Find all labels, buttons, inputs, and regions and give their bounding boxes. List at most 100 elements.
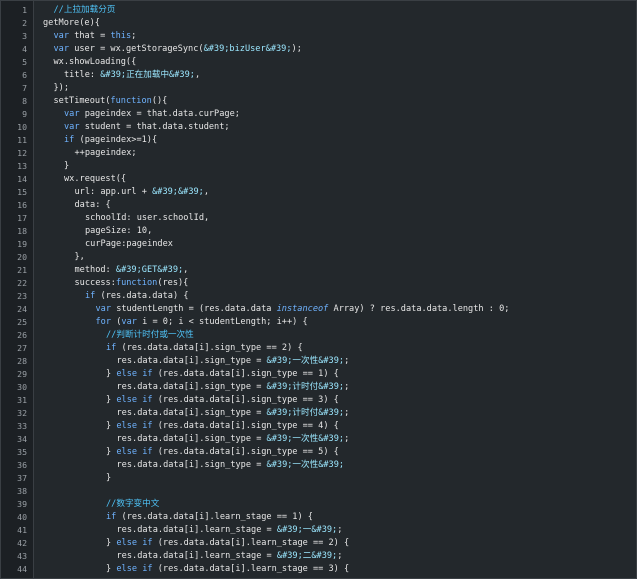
code-token: ; bbox=[131, 31, 137, 41]
code-token: student = that.data.student; bbox=[79, 122, 230, 132]
code-line: 25 for (var i = 0; i < studentLength; i++… bbox=[1, 316, 636, 329]
code-comment: //数字变中文 bbox=[106, 499, 160, 509]
code-token: } bbox=[106, 564, 117, 574]
code-text: curPage:pageindex bbox=[43, 238, 173, 251]
code-text: //数字变中文 bbox=[43, 498, 159, 511]
code-string: &#39;GET&#39; bbox=[115, 265, 184, 275]
code-token: (pageindex>=1){ bbox=[74, 135, 158, 145]
code-token: res.data.data[i].sign_type = bbox=[116, 382, 267, 392]
code-token: (res.data.data[i].learn_stage == 1) { bbox=[116, 512, 313, 522]
code-line: 40 if (res.data.data[i].learn_stage == 1)… bbox=[1, 511, 636, 524]
code-token: ; bbox=[344, 408, 350, 418]
code-line: 32 res.data.data[i].sign_type = &#39;计时付&… bbox=[1, 407, 636, 420]
line-number: 1 bbox=[22, 5, 27, 15]
code-line: 20}, bbox=[1, 251, 636, 264]
code-line: 3 var that = this; bbox=[1, 30, 636, 43]
code-token: , bbox=[194, 70, 201, 80]
code-line: 8 setTimeout(function(){ bbox=[1, 95, 636, 108]
code-token: setTimeout( bbox=[53, 96, 111, 106]
line-number: 44 bbox=[17, 564, 27, 574]
line-number: 14 bbox=[17, 174, 27, 184]
line-number: 28 bbox=[17, 356, 27, 366]
line-number: 26 bbox=[17, 330, 27, 340]
code-token: (res.data.data[i].sign_type == 3) { bbox=[152, 395, 339, 405]
code-token: res.data.data[i].sign_type = bbox=[116, 434, 267, 444]
code-string: &#39;二&#39; bbox=[276, 551, 338, 561]
code-line: 39 //数字变中文 bbox=[1, 498, 636, 511]
line-number: 33 bbox=[17, 421, 27, 431]
code-line: 26 //判断计时付或一次性 bbox=[1, 329, 636, 342]
code-text: schoolId: user.schoolId, bbox=[43, 212, 209, 225]
line-number: 10 bbox=[17, 122, 27, 132]
code-line: 9 var pageindex = that.data.curPage; bbox=[1, 108, 636, 121]
code-line: 44 } else if (res.data.data[i].learn_stag… bbox=[1, 563, 636, 576]
code-token: ; bbox=[344, 382, 350, 392]
code-text: } else if (res.data.data[i].learn_stage … bbox=[43, 563, 349, 576]
code-text: wx.showLoading({ bbox=[43, 56, 137, 69]
line-number: 11 bbox=[17, 135, 27, 145]
code-token: pageindex = that.data.curPage; bbox=[79, 109, 240, 119]
code-string: &#39;一次性&#39; bbox=[266, 460, 345, 470]
code-text: } else if (res.data.data[i].sign_type ==… bbox=[43, 420, 339, 433]
code-token: (res.data.data[i].sign_type == 4) { bbox=[152, 421, 339, 431]
code-token: studentLength = (res.data.data bbox=[111, 304, 277, 314]
code-line: 34 res.data.data[i].sign_type = &#39;一次性&… bbox=[1, 433, 636, 446]
code-line: 36 res.data.data[i].sign_type = &#39;一次性&… bbox=[1, 459, 636, 472]
code-string: &#39;bizUser&#39; bbox=[203, 44, 292, 54]
code-text: }, bbox=[43, 251, 85, 264]
code-text: res.data.data[i].sign_type = &#39;一次性&#3… bbox=[43, 459, 345, 472]
code-token: , bbox=[183, 265, 189, 275]
code-line: 37} bbox=[1, 472, 636, 485]
code-line: 23 if (res.data.data) { bbox=[1, 290, 636, 303]
code-line: 4 var user = wx.getStorageSync(&#39;bizUs… bbox=[1, 43, 636, 56]
line-number: 2 bbox=[22, 18, 27, 28]
code-editor[interactable]: 1 //上拉加载分页 2 getMore(e){3 var that = this; 4 v… bbox=[0, 0, 637, 579]
code-text: } else if (res.data.data[i].sign_type ==… bbox=[43, 394, 339, 407]
code-token: ; bbox=[344, 434, 350, 444]
code-token: }); bbox=[53, 83, 70, 93]
line-number: 29 bbox=[17, 369, 27, 379]
code-lines: 1 //上拉加载分页 2 getMore(e){3 var that = this; 4 v… bbox=[1, 4, 636, 576]
code-token: wx.request({ bbox=[64, 174, 127, 184]
code-token: that = bbox=[69, 31, 111, 41]
code-token: wx.showLoading({ bbox=[53, 57, 137, 67]
code-text: res.data.data[i].sign_type = &#39;一次性&#3… bbox=[43, 433, 350, 446]
code-keyword: else if bbox=[116, 421, 153, 431]
code-line: 27 if (res.data.data[i].sign_type == 2) { bbox=[1, 342, 636, 355]
line-number: 4 bbox=[22, 44, 27, 54]
code-keyword: var bbox=[53, 44, 70, 54]
code-token: Array) ? res.data.data.length : 0; bbox=[328, 304, 510, 314]
code-token: (res.data.data[i].sign_type == 1) { bbox=[152, 369, 339, 379]
code-text: success:function(res){ bbox=[43, 277, 189, 290]
line-number: 6 bbox=[22, 70, 27, 80]
code-text: res.data.data[i].learn_stage = &#39;二&#3… bbox=[43, 550, 343, 563]
code-text: } else if (res.data.data[i].sign_type ==… bbox=[43, 368, 339, 381]
code-keyword: instanceof bbox=[276, 304, 329, 314]
code-token: , bbox=[203, 187, 210, 197]
code-text: ++pageindex; bbox=[43, 147, 137, 160]
code-text: } else if (res.data.data[i].learn_stage … bbox=[43, 537, 349, 550]
code-text: title: &#39;正在加载中&#39;, bbox=[43, 69, 200, 82]
code-text: res.data.data[i].sign_type = &#39;计时付&#3… bbox=[43, 407, 350, 420]
line-number: 40 bbox=[17, 512, 27, 522]
code-token: ; bbox=[344, 356, 350, 366]
code-line: 43 res.data.data[i].learn_stage = &#39;二&… bbox=[1, 550, 636, 563]
code-text: if (pageindex>=1){ bbox=[43, 134, 157, 147]
code-line: 15 url: app.url + &#39;&#39;, bbox=[1, 186, 636, 199]
code-keyword: else if bbox=[116, 369, 153, 379]
code-keyword: this bbox=[110, 31, 132, 41]
code-token: }, bbox=[74, 252, 85, 262]
code-text: } bbox=[43, 472, 111, 485]
line-number: 13 bbox=[17, 161, 27, 171]
line-number: 42 bbox=[17, 538, 27, 548]
code-keyword: var bbox=[121, 317, 137, 327]
code-text: res.data.data[i].sign_type = &#39;计时付&#3… bbox=[43, 381, 350, 394]
line-number: 15 bbox=[17, 187, 27, 197]
code-token: title: bbox=[64, 70, 101, 80]
line-number: 21 bbox=[17, 265, 27, 275]
code-line: 14 wx.request({ bbox=[1, 173, 636, 186]
code-keyword: else if bbox=[116, 564, 153, 574]
code-token: url: app.url + bbox=[74, 187, 153, 197]
code-line: 7}); bbox=[1, 82, 636, 95]
code-token: curPage:pageindex bbox=[85, 239, 173, 249]
